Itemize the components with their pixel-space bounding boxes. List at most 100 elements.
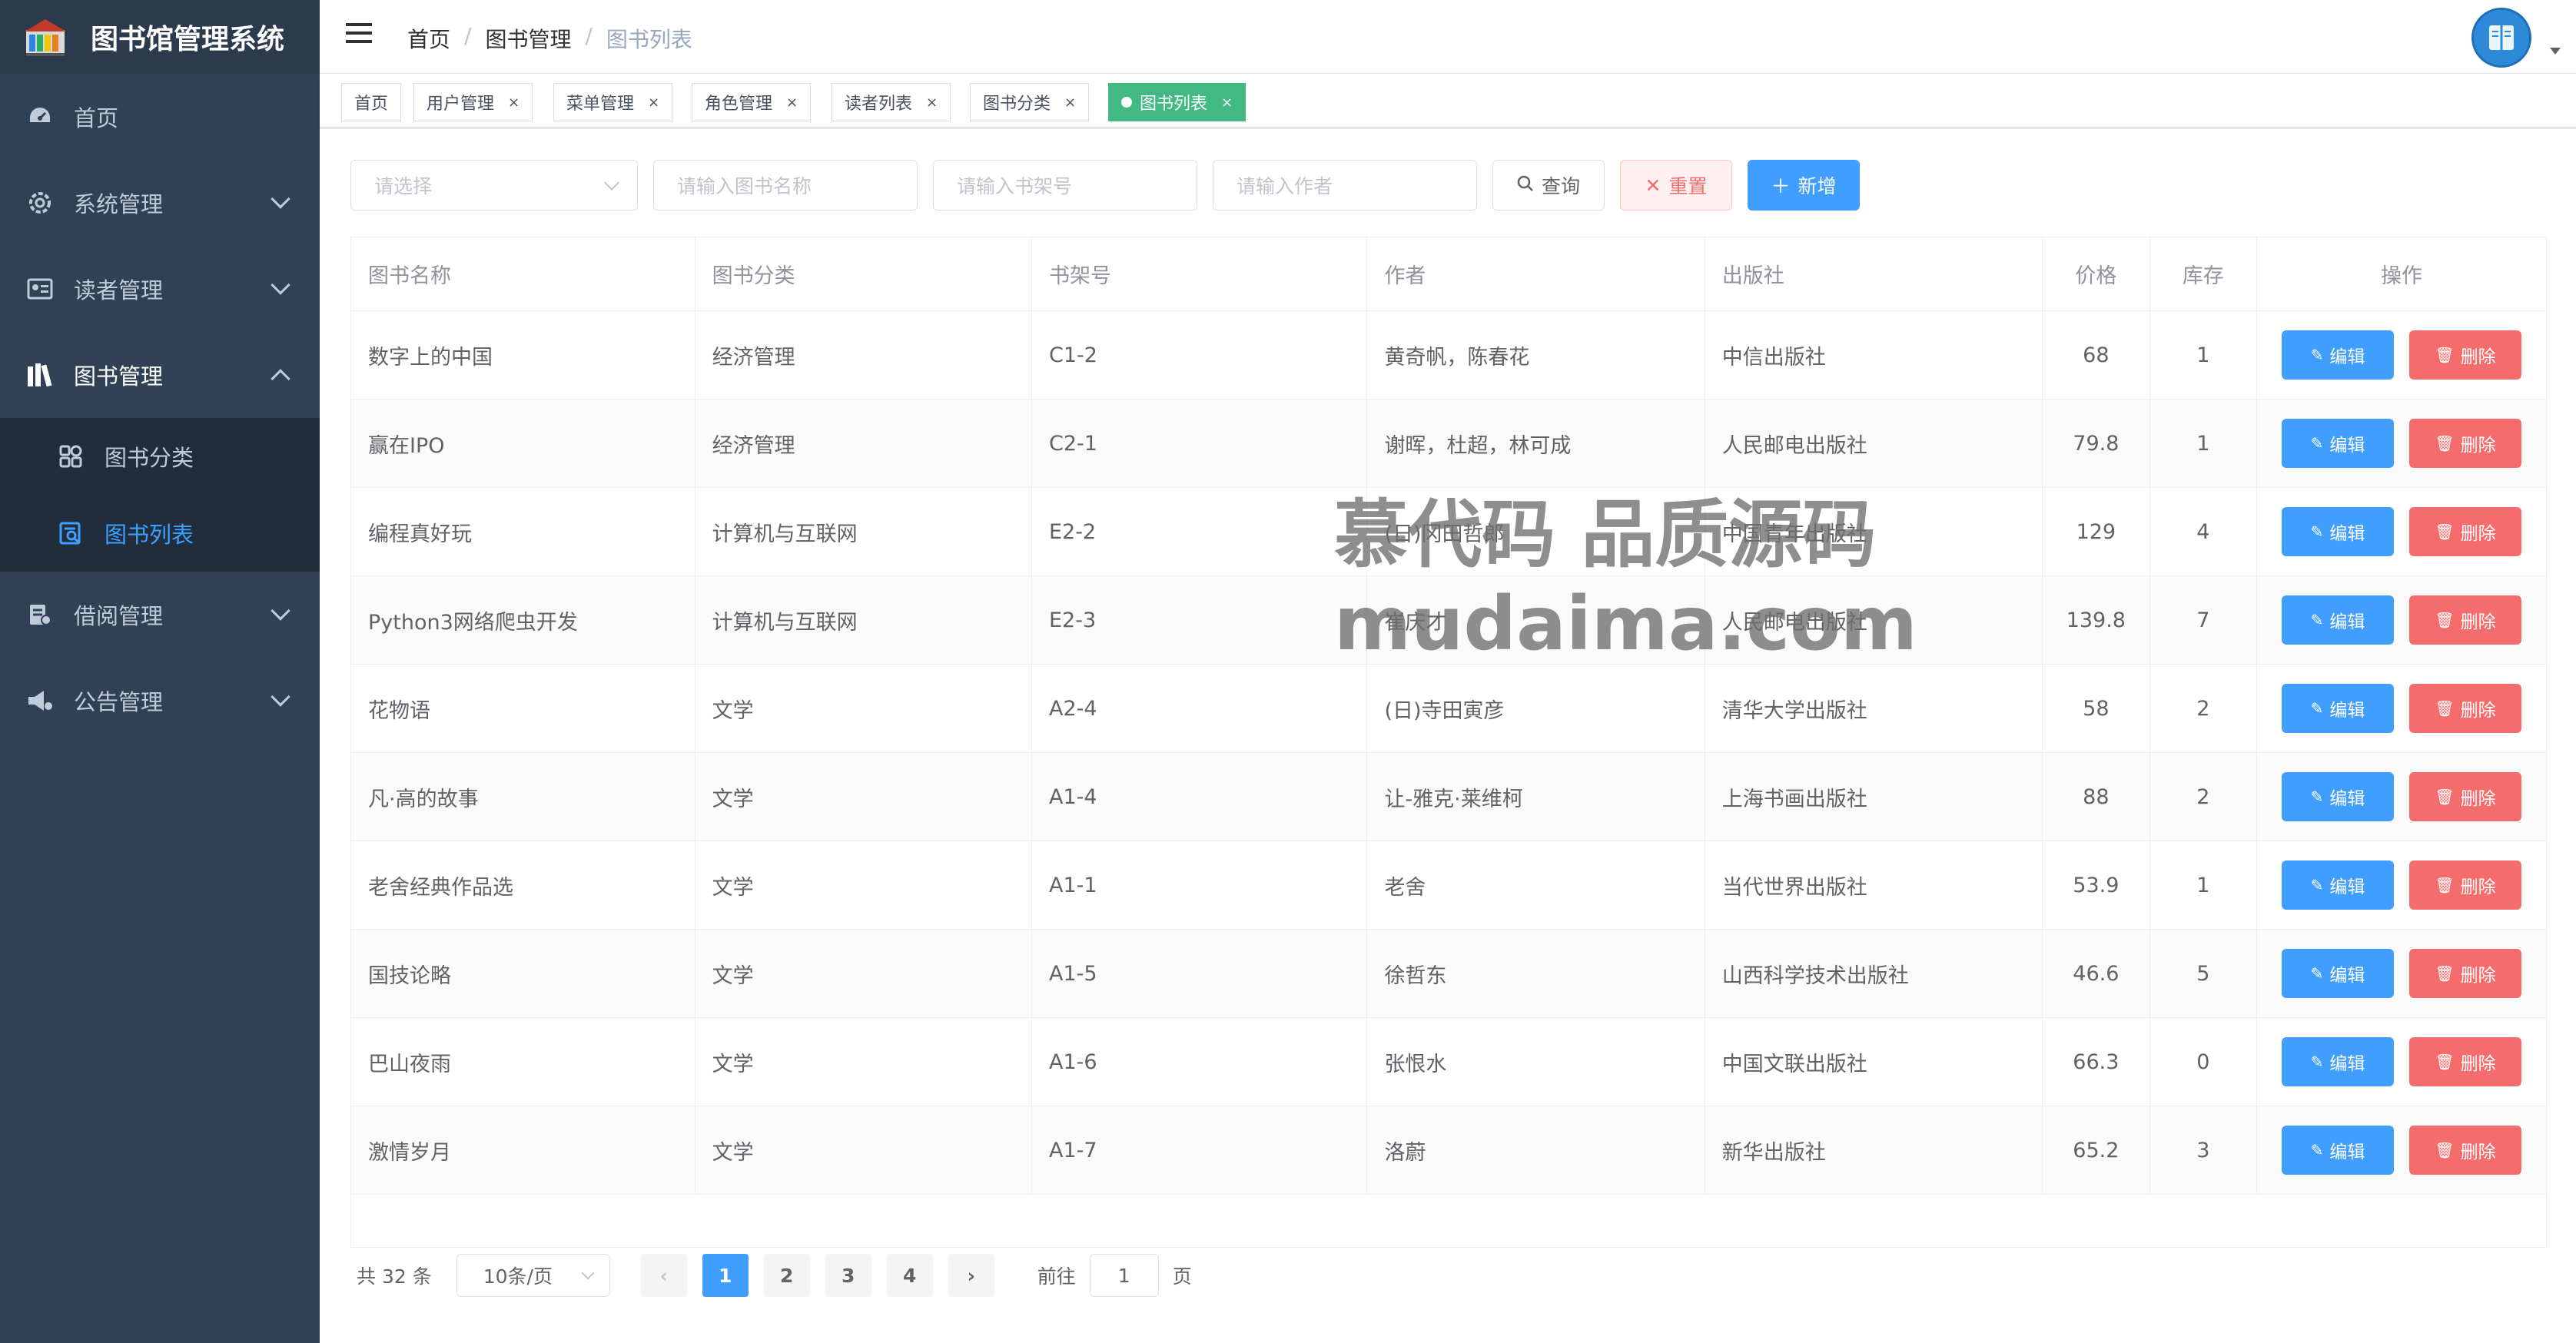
- table-cell: (日)寺田寅彦: [1366, 664, 1705, 753]
- edit-button[interactable]: ✎ 编辑: [2281, 949, 2394, 998]
- tag-roles[interactable]: 角色管理 ×: [692, 83, 812, 121]
- sidebar-item-books[interactable]: 图书管理: [0, 332, 320, 418]
- column-header: 操作: [2256, 237, 2548, 311]
- table-row: Python3网络爬虫开发 计算机与互联网 E2-3 崔庆才 人民邮电出版社 139.8 7…: [350, 575, 2548, 665]
- breadcrumb-item[interactable]: 图书管理: [485, 23, 571, 54]
- sidebar-item-label: 图书分类: [105, 445, 194, 471]
- page-button[interactable]: 4: [886, 1254, 933, 1297]
- reset-button[interactable]: ✕ 重置: [1620, 160, 1732, 211]
- sidebar-item-home[interactable]: 首页: [0, 74, 320, 160]
- table-cell: C2-1: [1031, 399, 1368, 488]
- table-cell: 谢晖，杜超，林可成: [1366, 399, 1705, 488]
- author-input[interactable]: 请输入作者: [1213, 160, 1477, 211]
- close-icon[interactable]: ×: [508, 95, 520, 111]
- sidebar-item-system[interactable]: 系统管理: [0, 160, 320, 246]
- active-dot-icon: [1121, 97, 1132, 108]
- edit-button-label: 编辑: [2329, 1142, 2365, 1162]
- edit-button[interactable]: ✎ 编辑: [2281, 772, 2394, 821]
- table-cell: 崔庆才: [1366, 575, 1705, 665]
- tag-menus[interactable]: 菜单管理 ×: [553, 83, 673, 121]
- add-button[interactable]: ＋ 新增: [1748, 160, 1860, 211]
- logo-bar[interactable]: 图书馆管理系统: [0, 0, 320, 74]
- sidebar-item-book-category[interactable]: 图书分类: [0, 418, 320, 495]
- tag-users[interactable]: 用户管理 ×: [413, 83, 533, 121]
- table-cell: 数字上的中国: [350, 310, 695, 400]
- delete-button[interactable]: 🗑 删除: [2408, 330, 2521, 380]
- delete-button[interactable]: 🗑 删除: [2408, 1126, 2521, 1175]
- book-name-input[interactable]: 请输入图书名称: [653, 160, 918, 211]
- sidebar-item-book-list[interactable]: 图书列表: [0, 495, 320, 572]
- next-page-button[interactable]: ›: [948, 1254, 994, 1297]
- delete-button[interactable]: 🗑 删除: [2408, 949, 2521, 998]
- close-icon[interactable]: ×: [786, 95, 798, 111]
- table-cell: 经济管理: [694, 310, 1033, 400]
- close-icon[interactable]: ×: [1221, 95, 1233, 111]
- input-placeholder: 请输入图书名称: [677, 175, 812, 197]
- page-size-label: 10条/页: [483, 1265, 553, 1288]
- dashboard-icon: [25, 101, 55, 132]
- table-cell: 计算机与互联网: [694, 487, 1033, 576]
- avatar[interactable]: [2471, 8, 2531, 68]
- breadcrumb-item[interactable]: 首页: [407, 23, 450, 54]
- delete-button[interactable]: 🗑 删除: [2408, 772, 2521, 821]
- close-icon[interactable]: ×: [648, 95, 659, 111]
- edit-icon: ✎: [2310, 611, 2324, 629]
- delete-button[interactable]: 🗑 删除: [2408, 861, 2521, 910]
- page-button[interactable]: 1: [702, 1254, 749, 1297]
- caret-down-icon[interactable]: [2550, 48, 2561, 55]
- prev-page-button[interactable]: ‹: [640, 1254, 687, 1297]
- edit-button-label: 编辑: [2329, 524, 2365, 544]
- tag-book-list[interactable]: 图书列表 ×: [1108, 83, 1247, 121]
- category-select[interactable]: 请选择: [350, 160, 638, 211]
- sidebar-item-readers[interactable]: 读者管理: [0, 246, 320, 332]
- table-cell: 3: [2149, 1106, 2257, 1195]
- app-title: 图书馆管理系统: [91, 24, 285, 55]
- edit-button[interactable]: ✎ 编辑: [2281, 1126, 2394, 1175]
- edit-button[interactable]: ✎ 编辑: [2281, 507, 2394, 556]
- shelf-number-input[interactable]: 请输入书架号: [933, 160, 1197, 211]
- column-header: 图书名称: [350, 237, 695, 311]
- column-header: 图书分类: [694, 237, 1033, 311]
- edit-icon: ✎: [2310, 699, 2324, 718]
- page-button[interactable]: 3: [825, 1254, 871, 1297]
- sidebar-item-label: 借阅管理: [74, 603, 164, 629]
- delete-button[interactable]: 🗑 删除: [2408, 595, 2521, 645]
- edit-button[interactable]: ✎ 编辑: [2281, 595, 2394, 645]
- table-row: 编程真好玩 计算机与互联网 E2-2 (日)冈田哲郎 中国青年出版社 129 4 ✎ 编辑 🗑 删除: [350, 487, 2548, 576]
- edit-button[interactable]: ✎ 编辑: [2281, 1037, 2394, 1086]
- table-row: 老舍经典作品选 文学 A1-1 老舍 当代世界出版社 53.9 1 ✎ 编辑 🗑 删除: [350, 841, 2548, 930]
- table-cell: 1: [2149, 310, 2257, 400]
- chevron-left-icon: ‹: [659, 1264, 668, 1287]
- page-size-select[interactable]: 10条/页: [456, 1254, 610, 1297]
- table-cell: A1-5: [1031, 929, 1368, 1018]
- tag-book-category[interactable]: 图书分类 ×: [970, 83, 1090, 121]
- goto-page-input[interactable]: 1: [1089, 1254, 1159, 1297]
- sidebar-item-label: 读者管理: [74, 277, 164, 303]
- edit-button-label: 编辑: [2329, 789, 2365, 809]
- delete-button[interactable]: 🗑 删除: [2408, 1037, 2521, 1086]
- close-icon[interactable]: ×: [1064, 95, 1076, 111]
- tag-readers[interactable]: 读者列表 ×: [832, 83, 951, 121]
- table-footer-space: [350, 1194, 2547, 1248]
- hamburger-icon[interactable]: [346, 23, 372, 49]
- table-cell: 文学: [694, 929, 1033, 1018]
- edit-button[interactable]: ✎ 编辑: [2281, 684, 2394, 733]
- edit-icon: ✎: [2310, 346, 2324, 364]
- table-cell: A1-1: [1031, 841, 1368, 930]
- delete-button[interactable]: 🗑 删除: [2408, 684, 2521, 733]
- sidebar-item-announcement[interactable]: 公告管理: [0, 658, 320, 744]
- goto-suffix: 页: [1172, 1265, 1192, 1288]
- sidebar-item-borrow[interactable]: 借阅管理: [0, 572, 320, 658]
- table-row: 凡·高的故事 文学 A1-4 让-雅克·莱维柯 上海书画出版社 88 2 ✎ 编辑 🗑 删除: [350, 752, 2548, 841]
- table-cell: 中信出版社: [1704, 310, 2043, 400]
- edit-button[interactable]: ✎ 编辑: [2281, 419, 2394, 468]
- edit-button[interactable]: ✎ 编辑: [2281, 861, 2394, 910]
- pagination: 共 32 条 10条/页 ‹ 1 2 3 4 › 前往 1 页: [357, 1252, 1192, 1298]
- page-button[interactable]: 2: [763, 1254, 810, 1297]
- tag-home[interactable]: 首页: [341, 83, 402, 121]
- edit-button[interactable]: ✎ 编辑: [2281, 330, 2394, 380]
- query-button[interactable]: 查询: [1492, 160, 1605, 211]
- delete-button[interactable]: 🗑 删除: [2408, 419, 2521, 468]
- close-icon[interactable]: ×: [926, 95, 938, 111]
- delete-button[interactable]: 🗑 删除: [2408, 507, 2521, 556]
